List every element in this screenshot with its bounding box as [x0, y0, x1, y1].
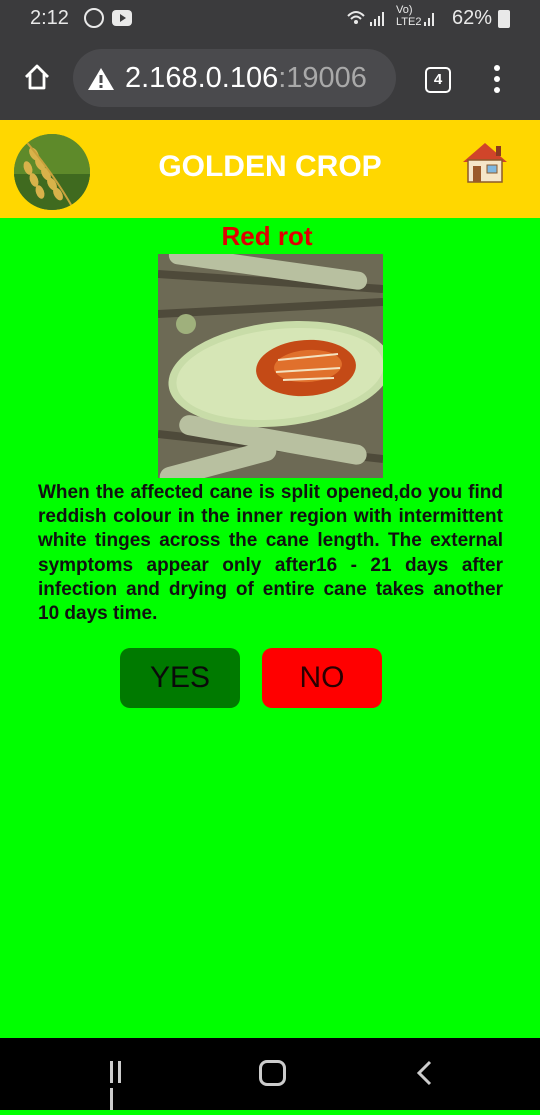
tabs-icon[interactable]: 4 — [425, 67, 451, 93]
house-icon[interactable] — [460, 140, 510, 184]
app-header: GOLDEN CROP — [0, 120, 540, 218]
url-bar[interactable]: 2.168.0.106:19006 — [73, 49, 396, 107]
app-title: GOLDEN CROP — [158, 150, 382, 183]
system-nav-bar — [0, 1038, 540, 1110]
yes-button[interactable]: YES — [120, 648, 240, 708]
warning-icon[interactable] — [87, 66, 115, 97]
url-text[interactable]: 2.168.0.106:19006 — [125, 62, 367, 95]
recents-icon[interactable] — [110, 1061, 132, 1110]
menu-icon[interactable] — [494, 65, 502, 95]
status-bar: 2:12 Vo) LTE2 62% — [0, 0, 540, 38]
url-port: :19006 — [278, 62, 367, 94]
back-icon[interactable] — [414, 1060, 434, 1091]
signal-icon — [346, 8, 442, 32]
battery-icon — [498, 10, 510, 28]
no-button[interactable]: NO — [262, 648, 382, 708]
whatsapp-icon — [84, 8, 104, 28]
network-label: Vo) LTE2 — [396, 4, 422, 28]
battery-percent: 62% — [452, 7, 493, 29]
nav-home-icon[interactable] — [259, 1060, 286, 1086]
home-icon[interactable] — [22, 62, 52, 92]
browser-toolbar: 2.168.0.106:19006 4 — [0, 38, 540, 120]
disease-photo — [158, 254, 383, 478]
status-time: 2:12 — [30, 7, 69, 29]
symptom-question: When the affected cane is split opened,d… — [38, 482, 503, 625]
url-host: 2.168.0.106 — [125, 62, 279, 94]
disease-title: Red rot — [221, 221, 313, 251]
youtube-icon — [112, 10, 132, 26]
